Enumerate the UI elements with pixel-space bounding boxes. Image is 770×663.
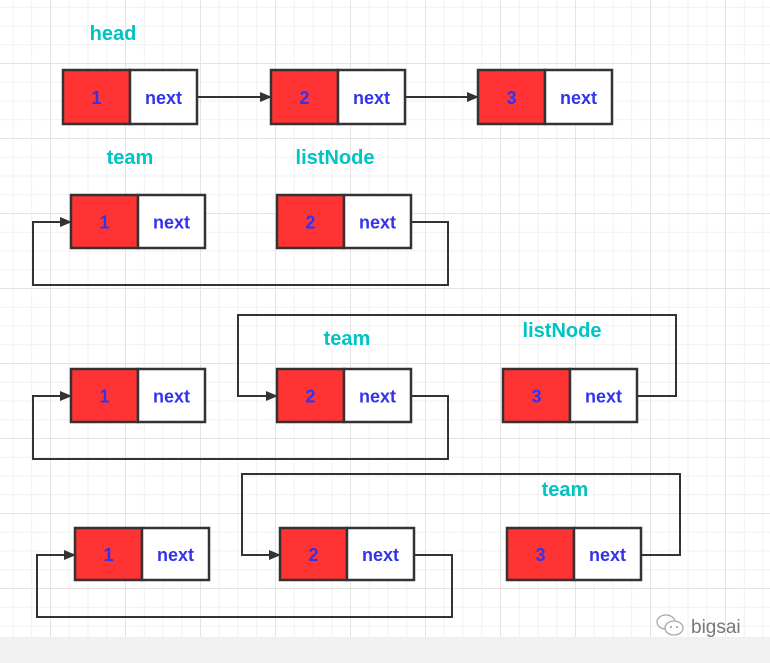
- pointer-label: team: [107, 147, 154, 169]
- node-value: 1: [99, 213, 109, 233]
- node-next-label: next: [153, 387, 190, 407]
- node-next-label: next: [359, 213, 396, 233]
- pointer-label: listNode: [296, 147, 375, 169]
- node-next-label: next: [362, 545, 399, 565]
- node-next-label: next: [589, 545, 626, 565]
- node-value: 2: [305, 387, 315, 407]
- node-next-label: next: [353, 88, 390, 108]
- node-value: 2: [305, 213, 315, 233]
- node-next-label: next: [145, 88, 182, 108]
- node-value: 3: [531, 387, 541, 407]
- node-value: 1: [99, 387, 109, 407]
- node-value: 2: [308, 545, 318, 565]
- node-value: 3: [535, 545, 545, 565]
- node-value: 1: [103, 545, 113, 565]
- watermark: bigsai: [655, 612, 741, 644]
- node-next-label: next: [359, 387, 396, 407]
- node-next-label: next: [585, 387, 622, 407]
- node-next-label: next: [153, 213, 190, 233]
- linked-list-diagram: head 1 next 2 next 3 next team listNode 1 next 2 nex…: [32, 23, 681, 618]
- watermark-text: bigsai: [691, 617, 741, 638]
- wechat-icon: [655, 612, 685, 644]
- node-value: 1: [91, 88, 101, 108]
- node-next-label: next: [157, 545, 194, 565]
- node-value: 3: [506, 88, 516, 108]
- node-next-label: next: [560, 88, 597, 108]
- pointer-label: listNode: [523, 320, 602, 342]
- pointer-label: head: [90, 23, 137, 45]
- pointer-label: team: [324, 328, 371, 350]
- node-value: 2: [299, 88, 309, 108]
- pointer-label: team: [542, 479, 589, 501]
